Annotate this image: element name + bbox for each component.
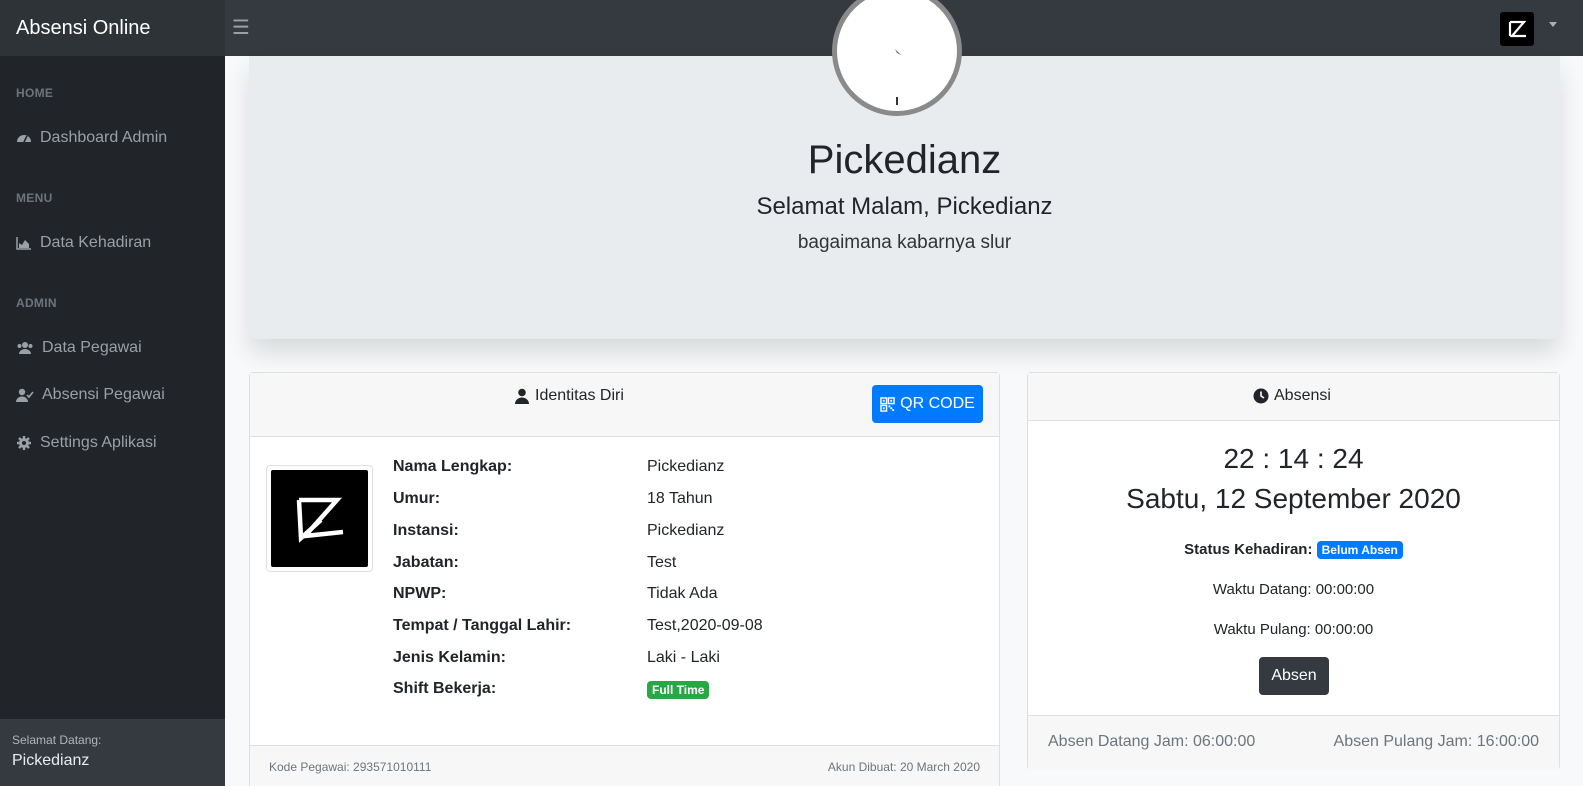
clock-hands-icon xyxy=(895,49,901,105)
info-label: Nama Lengkap: xyxy=(393,458,513,475)
sidebar-heading-admin: ADMIN xyxy=(16,296,57,310)
profile-photo xyxy=(266,465,373,572)
identity-card-header: Identitas Diri QR CODE xyxy=(250,373,999,437)
attendance-status: Status Kehadiran: Belum Absen xyxy=(1028,541,1559,559)
info-label: Jenis Kelamin: xyxy=(393,649,506,666)
shift-badge: Full Time xyxy=(647,681,710,699)
sidebar-item-label: Data Kehadiran xyxy=(40,234,152,251)
greeting-subtitle: Selamat Malam, Pickedianz xyxy=(756,193,1053,220)
identity-header-label: Identitas Diri xyxy=(535,387,624,404)
info-label: Jabatan: xyxy=(393,554,459,571)
attendance-header-label: Absensi xyxy=(1274,387,1331,404)
user-check-icon xyxy=(16,388,34,402)
departure-time: Waktu Pulang: 00:00:00 xyxy=(1213,621,1374,638)
info-label: Tempat / Tanggal Lahir: xyxy=(393,617,572,634)
absen-button[interactable]: Absen xyxy=(1259,657,1329,695)
gear-icon xyxy=(17,436,31,450)
account-created-date: Akun Dibuat: 20 March 2020 xyxy=(827,760,980,774)
info-value: Pickedianz xyxy=(647,458,725,475)
top-navbar: Absensi Online ☰ xyxy=(0,0,1583,56)
sidebar-item-data-pegawai[interactable]: Data Pegawai xyxy=(16,337,142,359)
identity-card: Identitas Diri QR CODE Nama Lengkap: Pic… xyxy=(249,372,1000,786)
current-date: Sabtu, 12 September 2020 xyxy=(1126,483,1461,514)
info-value: 18 Tahun xyxy=(647,490,713,507)
info-value: Tidak Ada xyxy=(647,585,718,602)
arrival-schedule: Absen Datang Jam: 06:00:00 xyxy=(1048,733,1256,750)
attendance-card-header: Absensi xyxy=(1028,373,1559,421)
logo-icon xyxy=(1508,20,1527,38)
attendance-card-footer: Absen Datang Jam: 06:00:00 Absen Pulang … xyxy=(1028,715,1559,770)
qr-code-button-label: QR CODE xyxy=(900,395,975,412)
info-value: Test xyxy=(647,554,677,571)
menu-toggle-icon[interactable]: ☰ xyxy=(232,18,250,38)
greeting-message: bagaimana kabarnya slur xyxy=(797,232,1012,253)
info-value: Test,2020-09-08 xyxy=(647,617,763,634)
area-chart-icon xyxy=(16,237,31,250)
status-badge: Belum Absen xyxy=(1316,541,1403,559)
arrival-time: Waktu Datang: 00:00:00 xyxy=(1212,581,1375,598)
info-label: Shift Bekerja: xyxy=(393,680,497,697)
user-avatar[interactable] xyxy=(1500,12,1534,46)
attendance-card: Absensi 22 : 14 : 24 Sabtu, 12 September… xyxy=(1027,372,1560,770)
welcome-username: Pickedianz xyxy=(12,752,90,769)
profile-logo-icon xyxy=(296,497,344,543)
clock-icon xyxy=(1253,388,1269,404)
sidebar-item-label: Dashboard Admin xyxy=(40,129,168,146)
qr-code-button[interactable]: QR CODE xyxy=(872,385,983,423)
sidebar-item-dashboard[interactable]: Dashboard Admin xyxy=(16,127,167,149)
sidebar-item-settings[interactable]: Settings Aplikasi xyxy=(16,432,157,454)
current-time: 22 : 14 : 24 xyxy=(1223,443,1364,474)
sidebar-heading-menu: MENU xyxy=(16,191,53,205)
sidebar: HOME Dashboard Admin MENU Data Kehadiran… xyxy=(0,56,225,786)
sidebar-footer: Selamat Datang: Pickedianz xyxy=(0,719,225,786)
sidebar-item-label: Absensi Pegawai xyxy=(42,386,165,403)
qrcode-icon xyxy=(880,396,895,412)
analog-clock xyxy=(832,0,962,116)
status-label: Status Kehadiran: xyxy=(1184,541,1313,558)
sidebar-item-data-kehadiran[interactable]: Data Kehadiran xyxy=(16,232,151,254)
info-label: Instansi: xyxy=(393,522,459,539)
sidebar-item-absensi-pegawai[interactable]: Absensi Pegawai xyxy=(16,384,165,406)
identity-card-footer: Kode Pegawai: 293571010111 Akun Dibuat: … xyxy=(250,745,999,786)
greeting-jumbotron: Pickedianz Selamat Malam, Pickedianz bag… xyxy=(249,0,1560,339)
sidebar-heading-home: HOME xyxy=(16,86,54,100)
employee-code: Kode Pegawai: 293571010111 xyxy=(269,760,432,774)
info-value: Laki - Laki xyxy=(647,649,720,666)
dashboard-icon xyxy=(17,135,31,143)
info-value: Pickedianz xyxy=(647,522,725,539)
info-label: NPWP: xyxy=(393,585,447,602)
identity-card-title: Identitas Diri xyxy=(514,387,624,405)
user-icon xyxy=(515,388,529,404)
info-label: Umur: xyxy=(393,490,441,507)
user-dropdown-caret-icon[interactable] xyxy=(1549,22,1557,27)
sidebar-item-label: Data Pegawai xyxy=(42,339,142,356)
attendance-card-title: Absensi xyxy=(1253,387,1331,405)
users-icon xyxy=(17,342,33,354)
app-brand[interactable]: Absensi Online xyxy=(0,0,225,56)
welcome-label: Selamat Datang: xyxy=(12,733,102,747)
sidebar-item-label: Settings Aplikasi xyxy=(40,434,157,451)
page-title: Pickedianz xyxy=(807,138,1002,182)
departure-schedule: Absen Pulang Jam: 16:00:00 xyxy=(1333,733,1539,750)
